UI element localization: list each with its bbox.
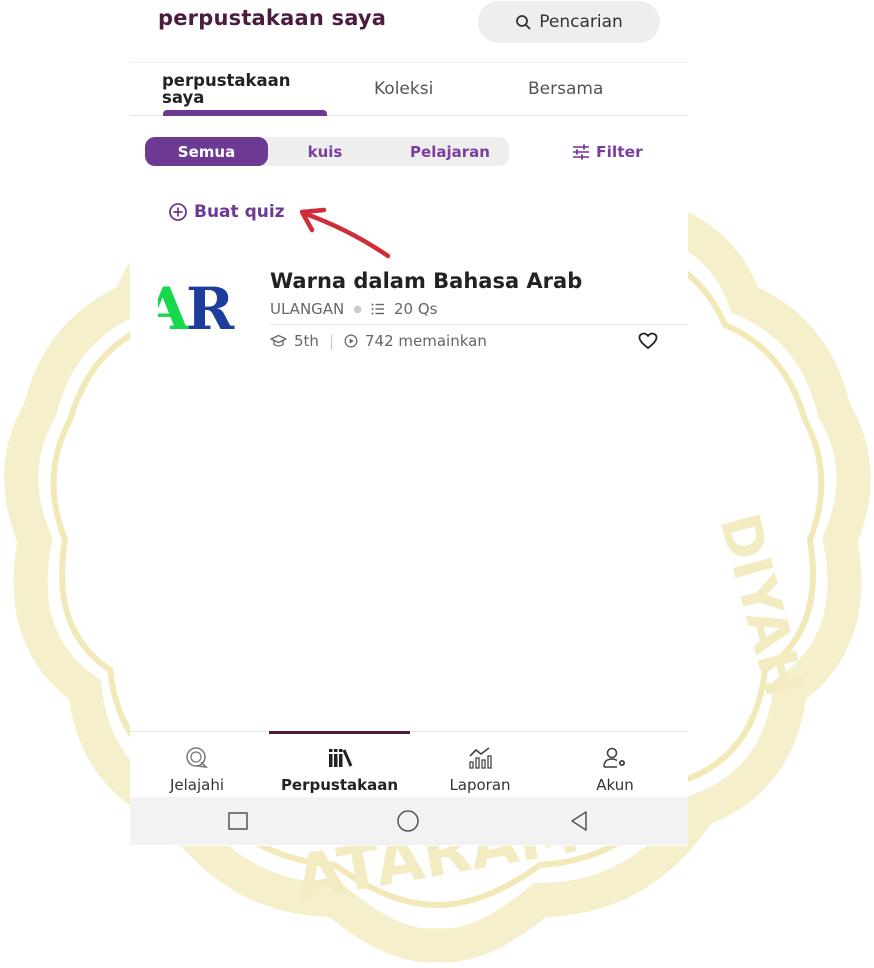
tab-collections[interactable]: Koleksi	[374, 63, 474, 115]
create-quiz-button[interactable]: Buat quiz	[168, 199, 285, 225]
nav-explore[interactable]: Jelajahi	[152, 732, 242, 798]
graduation-cap-icon	[270, 334, 287, 347]
svg-text:DIYAH: DIYAH	[707, 507, 816, 703]
back-icon[interactable]	[567, 809, 591, 833]
play-circle-icon	[344, 334, 358, 348]
quiz-stats: 5th | 742 memainkan	[270, 332, 487, 350]
tab-label: Koleksi	[374, 79, 434, 99]
filter-label: Filter	[596, 143, 643, 161]
grade-level: 5th	[294, 332, 319, 350]
search-icon	[516, 15, 531, 30]
content-type-filter: Semua kuis Pelajaran	[145, 137, 509, 166]
nav-label: Akun	[596, 776, 634, 794]
card-divider	[270, 324, 688, 325]
account-icon	[603, 747, 625, 768]
chip-all[interactable]: Semua	[145, 137, 268, 166]
chip-lessons[interactable]: Pelajaran	[395, 137, 505, 166]
active-tab-indicator	[163, 110, 327, 116]
library-icon	[328, 749, 352, 767]
search-button[interactable]: Pencarian	[478, 1, 660, 43]
phone-screen	[130, 0, 688, 846]
quiz-meta: ULANGAN ● 20 Qs	[270, 300, 438, 318]
nav-account[interactable]: Akun	[570, 732, 660, 798]
heart-icon[interactable]	[638, 332, 658, 350]
page-title: perpustakaan saya	[158, 6, 387, 30]
nav-label: Jelajahi	[169, 776, 225, 794]
filter-button[interactable]: Filter	[572, 140, 643, 164]
recent-apps-icon[interactable]	[226, 809, 250, 833]
search-label: Pencarian	[539, 12, 623, 32]
tab-shared[interactable]: Bersama	[528, 63, 638, 115]
quiz-title[interactable]: Warna dalam Bahasa Arab	[270, 269, 582, 293]
thumbnail-text: AR	[158, 277, 234, 339]
nav-label: Laporan	[449, 776, 511, 794]
chip-quiz[interactable]: kuis	[285, 137, 365, 166]
quiz-type: ULANGAN	[270, 300, 345, 318]
annotation-arrow	[299, 207, 391, 259]
nav-label: Perpustakaan	[280, 776, 399, 794]
quiz-card[interactable]: AR Warna dalam Bahasa Arab ULANGAN ● 20 …	[130, 256, 688, 366]
quiz-thumbnail[interactable]: AR	[158, 277, 240, 339]
home-icon[interactable]	[396, 809, 420, 833]
nav-library[interactable]: Perpustakaan	[269, 731, 410, 798]
sliders-icon	[573, 144, 589, 160]
separator-dot: ●	[353, 303, 363, 315]
explore-icon	[186, 747, 209, 768]
create-quiz-label: Buat quiz	[194, 202, 285, 222]
active-nav-indicator	[269, 731, 410, 734]
bottom-navigation: Jelajahi Perpustakaan Laporan Akun	[130, 731, 688, 798]
android-navigation-bar	[130, 797, 688, 845]
play-count: 742 memainkan	[365, 332, 487, 350]
list-icon	[371, 303, 385, 315]
separator: |	[328, 332, 334, 350]
question-count: 20 Qs	[394, 300, 438, 318]
plus-circle-icon	[169, 203, 187, 221]
tab-label: Bersama	[528, 79, 604, 99]
tab-my-library[interactable]: perpustakaan saya	[162, 63, 332, 116]
tab-label: perpustakaan saya	[162, 71, 291, 107]
library-tabs: perpustakaan saya Koleksi Bersama	[130, 62, 688, 116]
report-icon	[469, 747, 492, 769]
nav-reports[interactable]: Laporan	[430, 732, 530, 798]
